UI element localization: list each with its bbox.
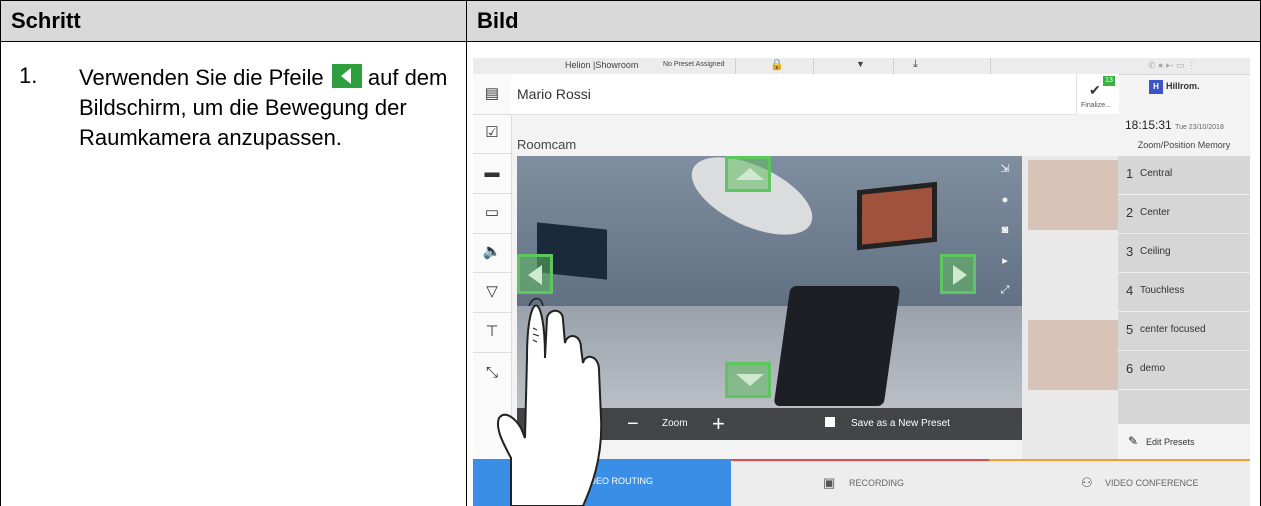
left-arrow-icon xyxy=(331,64,362,88)
step-text-before: Verwenden Sie die Pfeile xyxy=(79,65,324,90)
header-image-label: Bild xyxy=(477,8,519,33)
hand-pointer-icon xyxy=(497,297,603,506)
header-step-label: Schritt xyxy=(11,8,81,33)
header-step: Schritt xyxy=(0,0,467,42)
header-image: Bild xyxy=(466,0,1261,42)
instruction-table: Schritt Bild 1. Verwenden Sie die Pfeile… xyxy=(0,0,1261,506)
step-number: 1. xyxy=(19,63,38,88)
step-cell: 1. Verwenden Sie die Pfeile auf dem Bild… xyxy=(0,41,467,506)
app-screenshot: Helion |Showroom No Preset Assigned 🔒 ▼ … xyxy=(473,58,1250,506)
step-text: Verwenden Sie die Pfeile auf dem Bildsch… xyxy=(79,63,449,153)
